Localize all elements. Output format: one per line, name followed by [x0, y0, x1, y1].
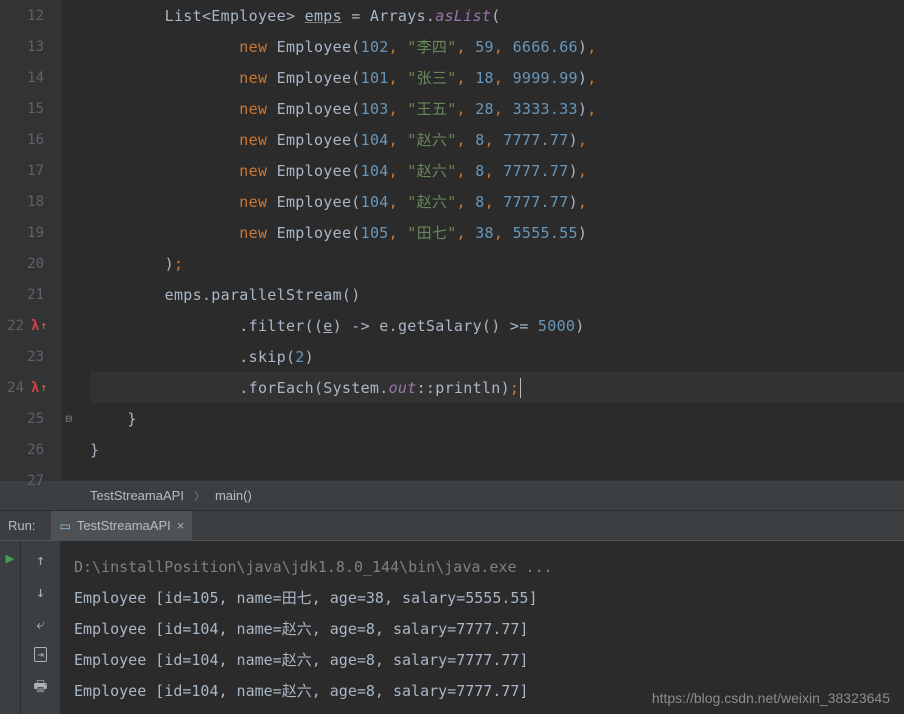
gutter-line: 24λ↑ — [0, 372, 62, 403]
code-line[interactable]: new Employee(102, "李四", 59, 6666.66), — [90, 31, 904, 62]
code-line[interactable]: new Employee(104, "赵六", 8, 7777.77), — [90, 124, 904, 155]
console-line: Employee [id=105, name=田七, age=38, salar… — [74, 582, 890, 613]
gutter-line: 16 — [0, 124, 62, 155]
text-caret — [520, 378, 521, 398]
down-arrow-icon[interactable]: ↓ — [36, 583, 45, 601]
code-line[interactable] — [90, 465, 904, 496]
gutter-line: 25⊟ — [0, 403, 62, 434]
code-line[interactable]: } — [90, 434, 904, 465]
console-line: Employee [id=104, name=赵六, age=8, salary… — [74, 644, 890, 675]
gutter-line: 15 — [0, 93, 62, 124]
code-line[interactable]: List<Employee> emps = Arrays.asList( — [90, 0, 904, 31]
gutter-line: 20 — [0, 248, 62, 279]
gutter-line: 18 — [0, 186, 62, 217]
watermark-text: https://blog.csdn.net/weixin_38323645 — [652, 690, 890, 706]
lambda-icon: λ↑ — [30, 317, 48, 335]
code-line[interactable]: ); — [90, 248, 904, 279]
wrap-icon[interactable]: ⤶ — [36, 615, 44, 633]
console-line: D:\installPosition\java\jdk1.8.0_144\bin… — [74, 551, 890, 582]
code-line[interactable]: new Employee(105, "田七", 38, 5555.55) — [90, 217, 904, 248]
run-button[interactable]: ▶ — [5, 549, 14, 567]
code-line[interactable]: .skip(2) — [90, 341, 904, 372]
code-area[interactable]: List<Employee> emps = Arrays.asList( new… — [62, 0, 904, 480]
code-line[interactable]: emps.parallelStream() — [90, 279, 904, 310]
print-icon[interactable]: 🖶 — [33, 676, 47, 701]
gutter-line: 13 — [0, 31, 62, 62]
code-line[interactable]: new Employee(104, "赵六", 8, 7777.77), — [90, 155, 904, 186]
code-line[interactable]: new Employee(101, "张三", 18, 9999.99), — [90, 62, 904, 93]
editor-area: 1213141516171819202122λ↑2324λ↑25⊟2627 Li… — [0, 0, 904, 480]
code-line[interactable]: .filter((e) -> e.getSalary() >= 5000) — [90, 310, 904, 341]
code-line[interactable]: } — [90, 403, 904, 434]
run-label: Run: — [0, 518, 43, 533]
gutter-line: 17 — [0, 155, 62, 186]
run-tab[interactable]: ▭ TestStreamaAPI × — [51, 511, 192, 541]
lambda-icon: λ↑ — [30, 379, 48, 397]
gutter-line: 21 — [0, 279, 62, 310]
gutter-line: 26 — [0, 434, 62, 465]
console-output[interactable]: D:\installPosition\java\jdk1.8.0_144\bin… — [60, 541, 904, 714]
run-side-toolbar: ↑ ↓ ⤶ ⇥ 🖶 — [20, 541, 60, 714]
run-panel: ▶ ↑ ↓ ⤶ ⇥ 🖶 D:\installPosition\java\jdk1… — [0, 540, 904, 714]
code-line[interactable]: new Employee(104, "赵六", 8, 7777.77), — [90, 186, 904, 217]
close-icon[interactable]: × — [177, 518, 185, 533]
code-line[interactable]: new Employee(103, "王五", 28, 3333.33), — [90, 93, 904, 124]
run-tab-label: TestStreamaAPI — [77, 518, 171, 533]
gutter-line: 19 — [0, 217, 62, 248]
run-tab-bar: Run: ▭ TestStreamaAPI × — [0, 510, 904, 540]
gutter-line: 23 — [0, 341, 62, 372]
run-left-toolbar: ▶ — [0, 541, 20, 714]
up-arrow-icon[interactable]: ↑ — [36, 551, 45, 569]
scroll-to-end-icon[interactable]: ⇥ — [34, 647, 47, 662]
gutter-line: 12 — [0, 0, 62, 31]
gutter-line: 22λ↑ — [0, 310, 62, 341]
console-icon: ▭ — [59, 519, 70, 533]
fold-icon[interactable]: ⊟ — [65, 412, 72, 425]
code-line[interactable]: .forEach(System.out::println); — [90, 372, 904, 403]
console-line: Employee [id=104, name=赵六, age=8, salary… — [74, 613, 890, 644]
gutter-line: 14 — [0, 62, 62, 93]
line-gutter: 1213141516171819202122λ↑2324λ↑25⊟2627 — [0, 0, 62, 480]
gutter-line: 27 — [0, 465, 62, 496]
